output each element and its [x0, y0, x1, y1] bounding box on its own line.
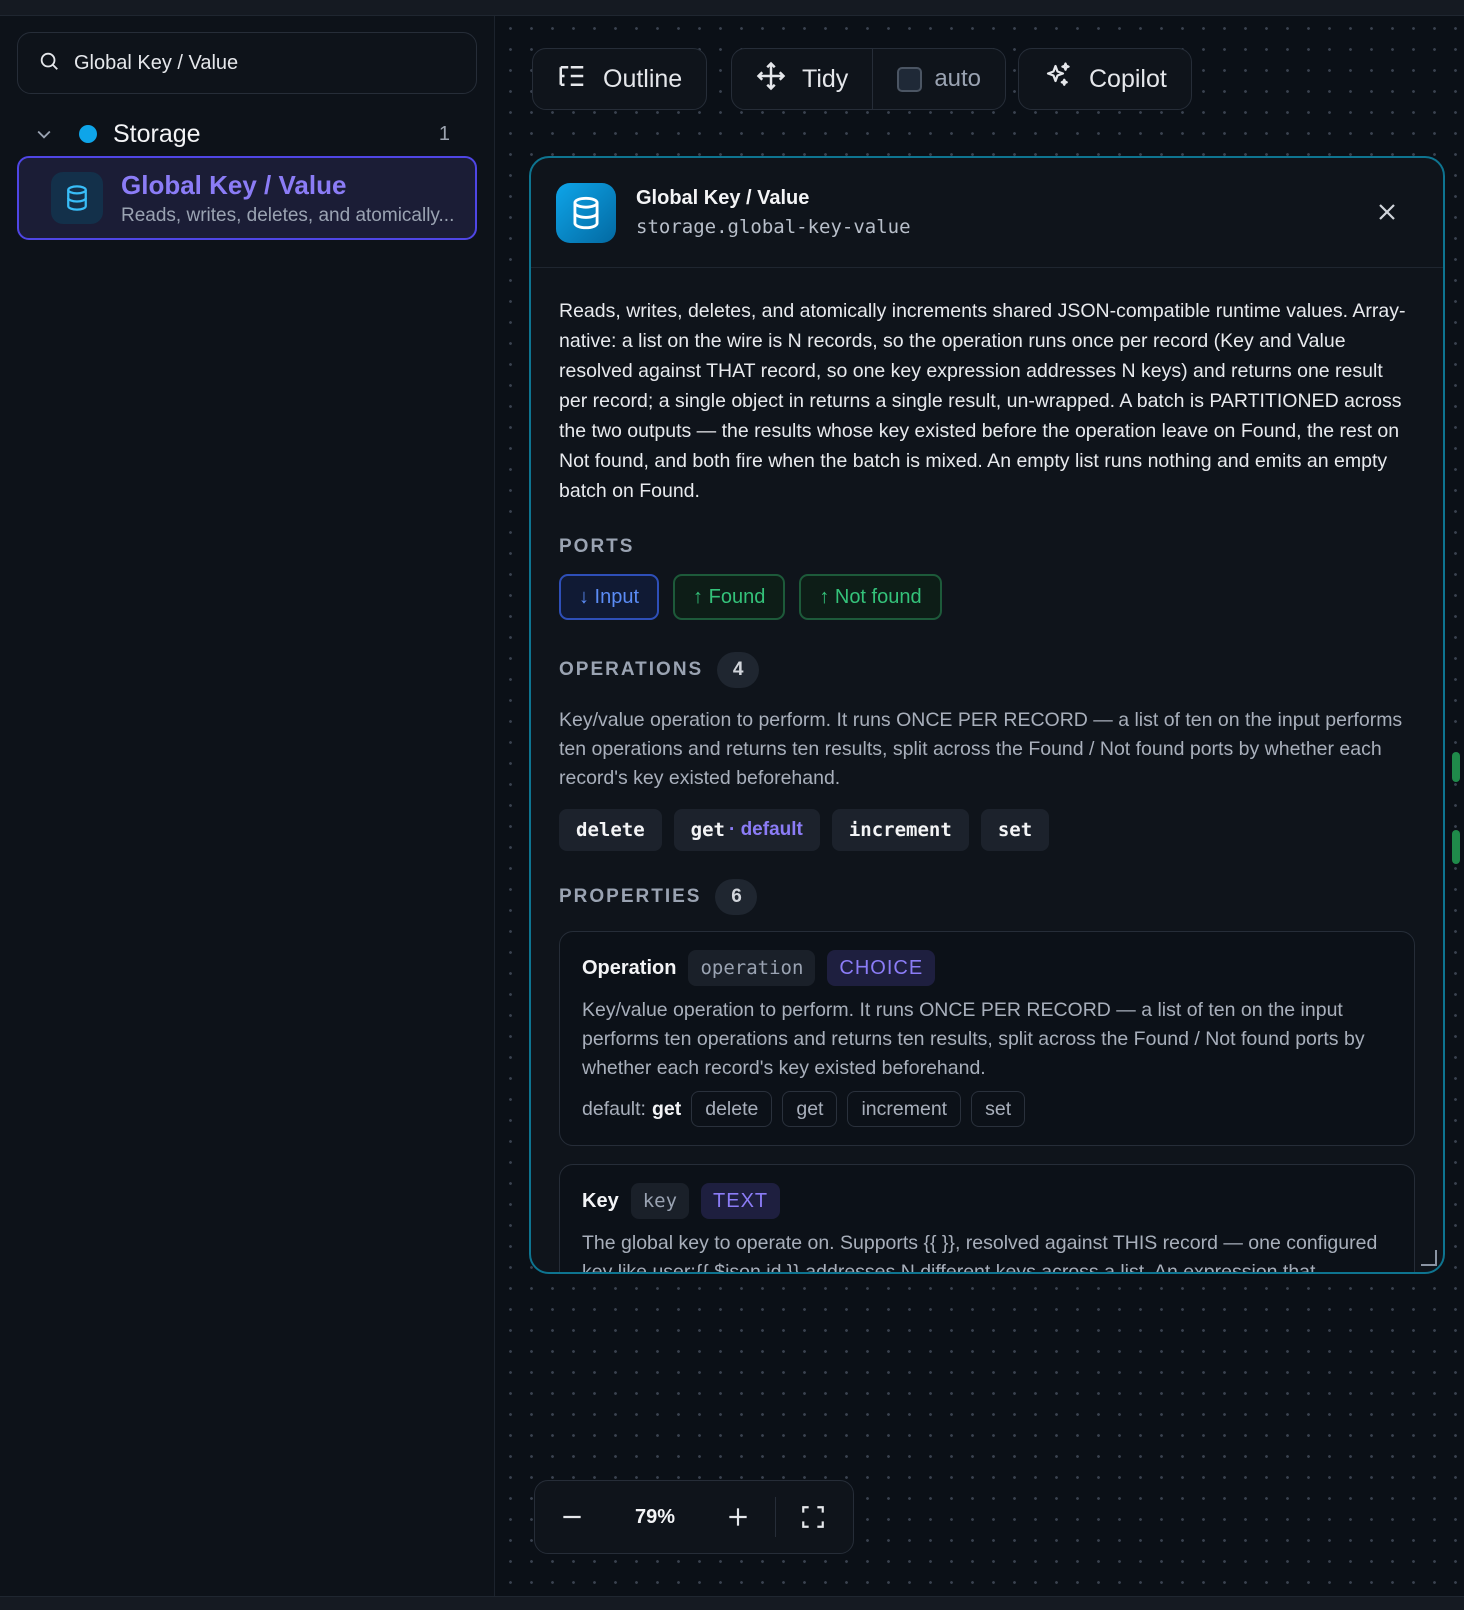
node-item-global-key-value[interactable]: Global Key / Value Reads, writes, delete… [17, 156, 477, 240]
auto-tidy-toggle[interactable]: auto [873, 49, 1005, 109]
option-chip: increment [847, 1091, 962, 1127]
property-description: The global key to operate on. Supports {… [582, 1232, 1378, 1274]
property-default-row: default: get delete get increment set [582, 1091, 1392, 1127]
option-chip: delete [691, 1091, 773, 1127]
property-description: Key/value operation to perform. It runs … [582, 999, 1365, 1079]
zoom-out-button[interactable] [535, 1481, 609, 1553]
property-card-operation: Operation operation CHOICE Key/value ope… [559, 931, 1415, 1146]
default-label: default: [582, 1097, 646, 1120]
move-arrows-icon [756, 61, 802, 98]
tidy-group: Tidy auto [731, 48, 1007, 110]
option-chip: get [782, 1091, 838, 1127]
sparkles-icon [1043, 61, 1089, 98]
property-key: key [630, 1183, 690, 1219]
default-value: get [651, 1097, 682, 1120]
zoom-controls: 79% [534, 1480, 854, 1554]
search-icon [38, 50, 60, 77]
group-color-dot [79, 125, 97, 143]
properties-title: PROPERTIES [559, 886, 702, 907]
operation-get: get · default [673, 809, 820, 851]
ports-list: ↓ Input ↑ Found ↑ Not found [559, 574, 1415, 620]
database-icon [556, 182, 616, 243]
property-type-badge: TEXT [701, 1183, 781, 1219]
group-storage[interactable]: Storage 1 [17, 112, 477, 156]
auto-checkbox[interactable] [897, 66, 923, 92]
operations-description: Key/value operation to perform. It runs … [559, 709, 1403, 789]
search-input[interactable]: Global Key / Value [17, 32, 477, 94]
property-type-badge: CHOICE [827, 950, 936, 986]
property-name: Operation [582, 956, 677, 979]
group-count: 1 [438, 122, 450, 145]
outline-icon [557, 61, 603, 98]
resize-handle[interactable] [1421, 1250, 1437, 1266]
operation-get-label: get [690, 819, 725, 841]
operation-set: set [980, 809, 1050, 851]
port-input: ↓ Input [559, 574, 660, 620]
outline-label: Outline [603, 64, 683, 93]
port-not-found: ↑ Not found [799, 574, 942, 620]
zoom-level: 79% [634, 1505, 676, 1528]
copilot-button[interactable]: Copilot [1018, 48, 1192, 110]
plus-icon [729, 1508, 747, 1526]
database-icon [51, 172, 103, 224]
outline-button[interactable]: Outline [532, 48, 708, 110]
fullscreen-icon [802, 1506, 824, 1528]
operations-title: OPERATIONS [559, 659, 704, 680]
fit-view-button[interactable] [776, 1481, 850, 1553]
panel-title: Global Key / Value [636, 187, 810, 209]
node-type-id: storage.global-key-value [636, 216, 911, 238]
close-button[interactable] [1371, 196, 1403, 228]
panel-header: Global Key / Value storage.global-key-va… [531, 158, 1443, 268]
tidy-label: Tidy [802, 64, 849, 93]
properties-count: 6 [715, 879, 758, 915]
node-item-subtitle: Reads, writes, deletes, and atomically..… [121, 204, 455, 226]
operation-delete: delete [559, 809, 662, 851]
node-item-title: Global Key / Value [121, 169, 347, 200]
port-found: ↑ Found [673, 574, 786, 620]
node-description: Reads, writes, deletes, and atomically i… [559, 300, 1406, 502]
group-label: Storage [113, 119, 201, 148]
window-bottom-bar [0, 1596, 1464, 1610]
operations-list: delete get · default increment set [559, 809, 1415, 851]
offscreen-node-edge [1452, 752, 1464, 864]
operations-count: 4 [717, 652, 760, 688]
close-icon [1379, 204, 1395, 220]
chevron-down-icon[interactable] [34, 124, 64, 144]
copilot-label: Copilot [1089, 64, 1167, 93]
search-value[interactable]: Global Key / Value [74, 52, 238, 75]
operation-increment: increment [831, 809, 969, 851]
zoom-in-button[interactable] [701, 1481, 775, 1553]
operations-heading: OPERATIONS 4 [559, 652, 1415, 688]
default-marker: · default [728, 819, 803, 840]
auto-label: auto [934, 65, 982, 92]
properties-heading: PROPERTIES 6 [559, 879, 1415, 915]
window-top-bar [0, 0, 1464, 16]
tidy-button[interactable]: Tidy [732, 49, 872, 109]
minus-icon [563, 1515, 581, 1519]
property-key: operation [688, 950, 816, 986]
property-name: Key [582, 1189, 619, 1212]
node-library-sidebar: Global Key / Value Storage 1 Global Key … [0, 16, 495, 1596]
property-card-key: Key key TEXT The global key to operate o… [559, 1164, 1415, 1274]
node-details-panel: Global Key / Value storage.global-key-va… [529, 156, 1445, 1274]
option-chip: set [971, 1091, 1026, 1127]
ports-heading: PORTS [559, 536, 635, 557]
